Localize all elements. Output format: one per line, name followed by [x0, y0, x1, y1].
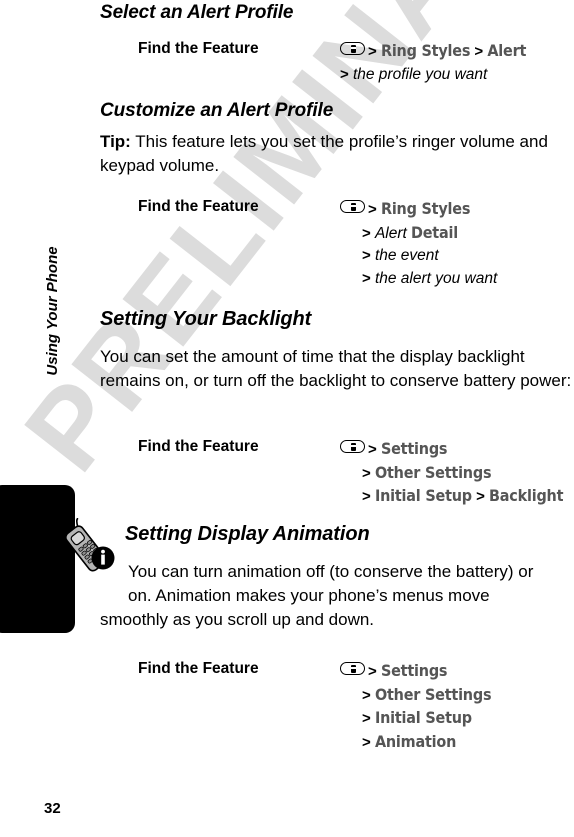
menu-path-row: > Settings [340, 438, 563, 462]
menu-key-icon[interactable] [340, 662, 365, 675]
menu-item-alert[interactable]: Alert [375, 225, 407, 242]
page-number: 32 [44, 800, 61, 817]
menu-path-row: > Initial Setup > Backlight [340, 485, 563, 509]
menu-item-other-settings[interactable]: Other Settings [375, 685, 492, 704]
path-separator: > [368, 663, 377, 680]
tip-paragraph: Tip: This feature lets you set the profi… [100, 130, 574, 178]
backlight-paragraph-text: You can set the amount of time that the … [100, 345, 574, 393]
menu-path: > Settings > Other Settings > Initial Se… [340, 438, 563, 509]
animation-line-3: smoothly as you scroll up and down. [100, 610, 375, 629]
menu-path-row: > the event [340, 245, 497, 268]
menu-item-animation[interactable]: Animation [375, 732, 456, 751]
section-title-setting-display-animation: Setting Display Animation [125, 523, 370, 545]
find-the-feature-label: Find the Feature [138, 40, 259, 57]
menu-item-backlight[interactable]: Backlight [489, 486, 563, 505]
backlight-line-1: You can set the amount of time that the … [100, 347, 525, 366]
phone-info-note-icon [58, 517, 120, 580]
menu-variable-alert[interactable]: the alert you want [375, 270, 497, 287]
animation-paragraph-text: You can turn animation off (to conserve … [100, 560, 574, 632]
menu-path-row: > Other Settings [340, 684, 492, 708]
path-separator: > [362, 464, 371, 482]
section-title-customize-alert-profile: Customize an Alert Profile [100, 100, 334, 121]
tip-paragraph-text: Tip: This feature lets you set the profi… [100, 130, 574, 178]
tip-lead: Tip: [100, 132, 131, 151]
menu-path-row: > Settings [340, 660, 491, 684]
path-separator: > [362, 488, 371, 505]
menu-path-row: > Other Settings [340, 462, 563, 486]
backlight-line-2: remains on, or turn off the backlight to… [100, 371, 516, 390]
path-separator: > [362, 269, 371, 287]
menu-item-initial-setup[interactable]: Initial Setup [375, 486, 472, 505]
path-separator: > [368, 441, 377, 458]
path-separator: > [368, 201, 377, 218]
menu-path-row: > Ring Styles [340, 198, 497, 222]
menu-item-settings[interactable]: Settings [381, 439, 448, 458]
find-the-feature-block-1: Find the Feature > Ring Styles > Alert >… [100, 40, 526, 86]
path-separator: > [362, 710, 371, 727]
menu-item-settings[interactable]: Settings [381, 661, 448, 680]
path-separator: > [362, 247, 371, 264]
find-the-feature-block-3: Find the Feature > Settings > Other Sett… [100, 438, 563, 509]
page-content: Select an Alert Profile Find the Feature… [100, 0, 574, 837]
menu-path-row: > Ring Styles > Alert [340, 40, 526, 64]
menu-variable-event[interactable]: the event [375, 247, 439, 264]
section-title-setting-your-backlight: Setting Your Backlight [100, 308, 312, 330]
menu-key-icon[interactable] [340, 440, 365, 453]
find-the-feature-block-2: Find the Feature > Ring Styles > Alert D… [100, 198, 497, 290]
find-the-feature-block-4: Find the Feature > Settings > Other Sett… [100, 660, 492, 755]
path-separator: > [362, 733, 371, 751]
menu-path-row: > Initial Setup [340, 707, 491, 731]
menu-item-alert[interactable]: Alert [487, 41, 526, 60]
path-separator: > [362, 224, 371, 242]
menu-key-icon[interactable] [340, 200, 365, 213]
backlight-paragraph: You can set the amount of time that the … [100, 345, 574, 393]
find-the-feature-label: Find the Feature [138, 438, 259, 455]
menu-item-initial-setup[interactable]: Initial Setup [375, 708, 472, 727]
path-separator: > [474, 43, 484, 60]
menu-path: > Settings > Other Settings > Initial Se… [340, 660, 492, 755]
animation-line-2: on. Animation makes your phone’s menus m… [128, 586, 490, 605]
find-the-feature-label: Find the Feature [138, 660, 259, 677]
animation-paragraph: You can turn animation off (to conserve … [100, 560, 574, 632]
menu-path: > Ring Styles > Alert Detail > the event… [340, 198, 497, 290]
menu-path-row: > the profile you want [340, 64, 526, 87]
menu-key-icon[interactable] [340, 42, 365, 55]
menu-path-row: > the alert you want [340, 268, 497, 291]
menu-item-other-settings[interactable]: Other Settings [375, 463, 492, 482]
menu-path: > Ring Styles > Alert > the profile you … [340, 40, 526, 86]
menu-item-detail[interactable]: Detail [411, 223, 458, 242]
path-separator: > [476, 488, 485, 505]
chapter-label: Using Your Phone [44, 246, 61, 376]
section-title-select-alert-profile: Select an Alert Profile [100, 2, 294, 23]
menu-path-row: > Alert Detail [340, 222, 497, 246]
menu-variable-profile[interactable]: the profile you want [353, 66, 487, 83]
tip-line-1: This feature lets you set the profile’s … [130, 132, 515, 151]
animation-line-1: You can turn animation off (to conserve … [128, 562, 534, 581]
menu-item-ring-styles[interactable]: Ring Styles [381, 41, 470, 60]
backlight-line-3: power: [520, 371, 572, 390]
path-separator: > [368, 43, 377, 60]
menu-item-ring-styles[interactable]: Ring Styles [381, 199, 470, 218]
find-the-feature-label: Find the Feature [138, 198, 259, 215]
menu-path-row: > Animation [340, 731, 491, 755]
path-separator: > [340, 65, 349, 83]
path-separator: > [362, 686, 371, 704]
